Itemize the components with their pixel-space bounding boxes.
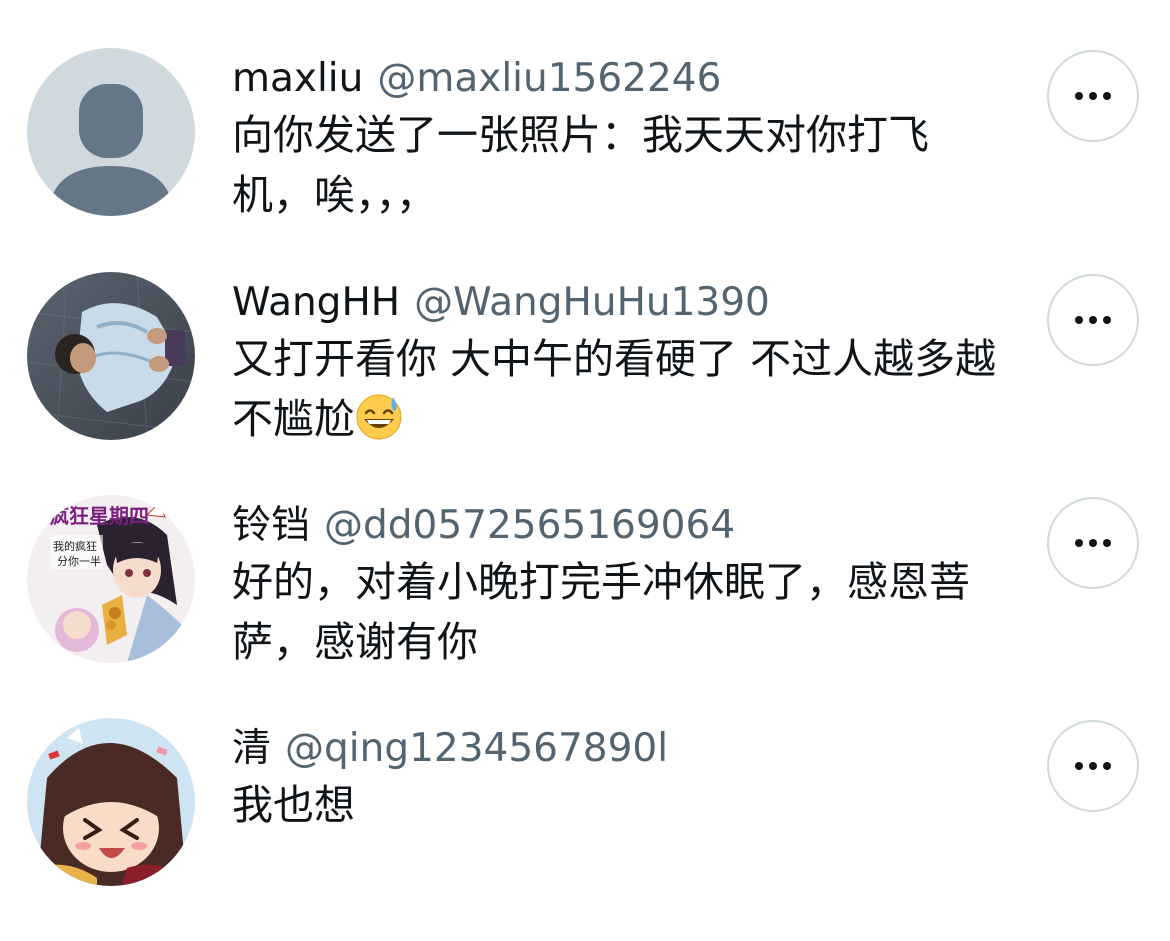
anime-avatar: 疯狂星期四 我的疯狂 分你一半: [27, 495, 195, 663]
message-text: 我也想: [232, 781, 355, 829]
message-text: 好的，对着小晚打完手冲休眠了，感恩菩萨，感谢有你: [232, 558, 970, 666]
message-text: 向你发送了一张照片：我天天对你打飞机，唉，，，: [232, 111, 929, 219]
display-name[interactable]: 铃铛: [232, 503, 310, 548]
more-options-icon: [1075, 316, 1111, 324]
more-options-button[interactable]: [1047, 50, 1139, 142]
message-feed: maxliu @maxliu1562246 向你发送了一张照片：我天天对你打飞机，…: [0, 0, 1170, 886]
avatar-subcaption-2: 分你一半: [57, 554, 101, 568]
message-header: 铃铛 @dd0572565169064: [232, 500, 735, 552]
more-options-icon: [1075, 762, 1111, 770]
user-handle[interactable]: @maxliu1562246: [377, 56, 721, 101]
list-item[interactable]: maxliu @maxliu1562246 向你发送了一张照片：我天天对你打飞机，…: [0, 48, 1170, 271]
list-item[interactable]: 清 @qing1234567890l 我也想: [0, 718, 1170, 941]
avatar[interactable]: [27, 718, 195, 886]
more-options-icon: [1075, 92, 1111, 100]
photo-avatar: [27, 272, 195, 440]
user-handle[interactable]: @qing1234567890l: [285, 726, 668, 771]
user-handle[interactable]: @dd0572565169064: [324, 503, 735, 548]
anime-avatar: [27, 718, 195, 886]
avatar[interactable]: [27, 48, 195, 216]
list-item[interactable]: 疯狂星期四 我的疯狂 分你一半 铃铛 @dd0572565169064 好的，对着…: [0, 495, 1170, 718]
more-options-button[interactable]: [1047, 497, 1139, 589]
avatar-caption: 疯狂星期四: [49, 504, 149, 528]
message-text: 又打开看你 大中午的看硬了 不过人越多越不尴尬: [232, 329, 1007, 449]
list-item[interactable]: WangHH @WangHuHu1390 又打开看你 大中午的看硬了 不过人越多越…: [0, 272, 1170, 495]
more-options-button[interactable]: [1047, 720, 1139, 812]
user-handle[interactable]: @WangHuHu1390: [414, 280, 770, 325]
avatar[interactable]: [27, 272, 195, 440]
more-options-icon: [1075, 539, 1111, 547]
avatar[interactable]: 疯狂星期四 我的疯狂 分你一半: [27, 495, 195, 663]
display-name[interactable]: WangHH: [232, 280, 400, 325]
grinning-sweat-emoji-icon: [356, 394, 402, 440]
display-name[interactable]: 清: [232, 726, 271, 771]
display-name[interactable]: maxliu: [232, 56, 363, 101]
message-text-content: 又打开看你 大中午的看硬了 不过人越多越不尴尬: [232, 335, 997, 443]
more-options-button[interactable]: [1047, 274, 1139, 366]
message-header: maxliu @maxliu1562246: [232, 53, 721, 105]
message-header: 清 @qing1234567890l: [232, 723, 668, 775]
message-header: WangHH @WangHuHu1390: [232, 277, 770, 329]
avatar-subcaption: 我的疯狂: [53, 539, 97, 553]
default-avatar-icon: [27, 48, 195, 216]
